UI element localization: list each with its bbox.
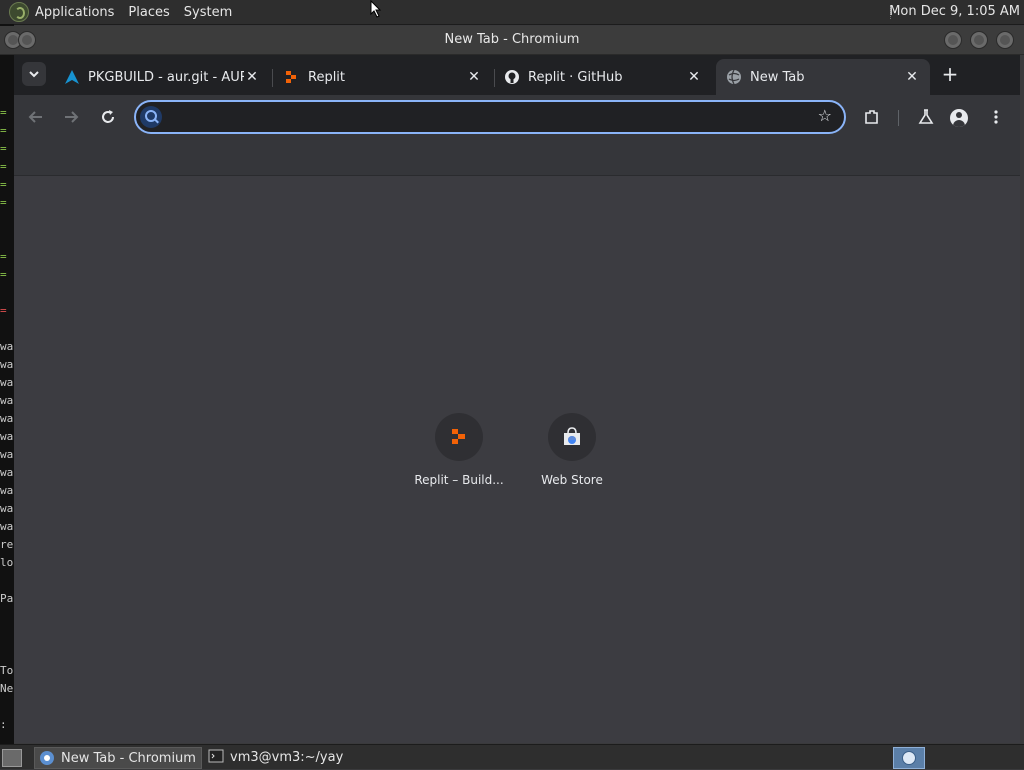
terminal-line: wa [0,448,14,461]
arrow-left-icon [28,111,42,123]
window-title-bar[interactable]: New Tab - Chromium [0,26,1024,55]
arch-logo-icon [64,69,80,85]
task-chromium[interactable]: New Tab - Chromium [34,747,202,769]
tab-label: Replit · GitHub [528,69,623,85]
reload-button[interactable] [96,105,120,129]
terminal-line: : [0,718,7,731]
back-button[interactable] [24,105,48,129]
menu-applications[interactable]: Applications [35,5,114,20]
chromium-window: PKGBUILD - aur.git - AUR ✕ Replit ✕ Repl… [14,55,1020,743]
terminal-line: wa [0,376,14,389]
show-desktop-icon[interactable] [2,749,22,767]
terminal-line: = [0,268,7,281]
close-icon[interactable]: ✕ [904,69,920,85]
menu-places[interactable]: Places [128,5,169,20]
replit-icon [435,413,483,461]
bookmarks-bar [14,139,1020,176]
terminal-line: = [0,304,7,317]
toolbar: ☆ [14,95,1020,139]
address-bar[interactable]: ☆ [134,100,846,134]
terminal-line: wa [0,520,14,533]
terminal-line: = [0,106,7,119]
terminal-line: wa [0,412,14,425]
tab-search-button[interactable] [22,62,46,86]
minimize-icon[interactable] [944,31,962,49]
tab-divider [272,69,273,87]
task-label: New Tab - Chromium [61,750,196,766]
terminal-line: wa [0,502,14,515]
terminal-line: Ne [0,682,14,695]
terminal-line: = [0,178,7,191]
chevron-down-icon [29,71,39,78]
bookmark-star-icon[interactable]: ☆ [818,106,832,125]
task-terminal[interactable]: vm3@vm3:~/yay [204,747,370,767]
background-terminal: = = = = = = = = = wa wa wa wa wa wa wa w… [0,24,14,744]
terminal-line: wa [0,358,14,371]
extensions-icon[interactable] [860,105,884,129]
reload-icon [102,110,114,123]
task-label: vm3@vm3:~/yay [230,749,344,765]
window-title: New Tab - Chromium [444,32,580,47]
terminal-line: re [0,538,14,551]
web-store-icon [548,413,596,461]
top-panel: Applications Places System Mon Dec 9, 1:… [0,0,1024,25]
tab-github[interactable]: Replit · GitHub ✕ [494,59,712,95]
terminal-line: wa [0,484,14,497]
terminal-line: = [0,124,7,137]
close-window-icon[interactable] [996,31,1014,49]
new-tab-button[interactable]: + [940,64,960,85]
more-menu-icon[interactable] [984,105,1008,129]
search-icon [140,106,162,128]
address-input[interactable] [168,105,802,129]
terminal-line: = [0,250,7,263]
replit-icon [284,69,300,85]
tab-new-tab[interactable]: New Tab ✕ [716,59,930,95]
terminal-line: wa [0,466,14,479]
terminal-line: wa [0,430,14,443]
labs-flask-icon[interactable] [914,105,938,129]
toolbar-separator [898,110,899,126]
clock[interactable]: Mon Dec 9, 1:05 AM [889,4,1020,19]
tab-strip: PKGBUILD - aur.git - AUR ✕ Replit ✕ Repl… [14,55,1020,95]
distro-logo-icon[interactable] [9,2,29,22]
tab-label: New Tab [750,69,805,85]
terminal-line: = [0,142,7,155]
mouse-pointer-icon [370,0,382,18]
close-icon[interactable]: ✕ [466,69,482,85]
shortcut-replit[interactable]: Replit – Build... [404,413,514,487]
terminal-line: Pa [0,592,14,605]
forward-button[interactable] [59,105,83,129]
profile-avatar-icon[interactable] [950,109,968,127]
terminal-line: wa [0,394,14,407]
new-tab-page: Replit – Build... Web Store [14,176,1020,743]
shortcut-web-store[interactable]: Web Store [517,413,627,487]
terminal-line: = [0,196,7,209]
maximize-icon[interactable] [970,31,988,49]
terminal-line: lo [0,556,14,569]
terminal-line: = [0,160,7,173]
taskbar: New Tab - Chromium vm3@vm3:~/yay [0,744,1024,769]
terminal-line: To [0,664,14,677]
github-icon [504,69,520,85]
desktop-menu: Applications Places System [35,0,246,24]
close-icon[interactable]: ✕ [686,69,702,85]
terminal-icon [208,749,224,765]
tab-pkgbuild[interactable]: PKGBUILD - aur.git - AUR ✕ [54,59,270,95]
terminal-line: wa [0,340,14,353]
tab-label: PKGBUILD - aur.git - AUR [88,69,244,85]
menu-system[interactable]: System [184,5,232,20]
chromium-icon [39,750,55,766]
close-icon[interactable]: ✕ [244,69,260,85]
shortcut-label: Replit – Build... [414,473,504,487]
workspace-switcher-icon[interactable] [893,747,925,769]
arrow-right-icon [65,111,79,123]
tab-replit[interactable]: Replit ✕ [274,59,492,95]
tab-label: Replit [308,69,346,85]
globe-icon [726,69,742,85]
shortcut-label: Web Store [541,473,603,487]
